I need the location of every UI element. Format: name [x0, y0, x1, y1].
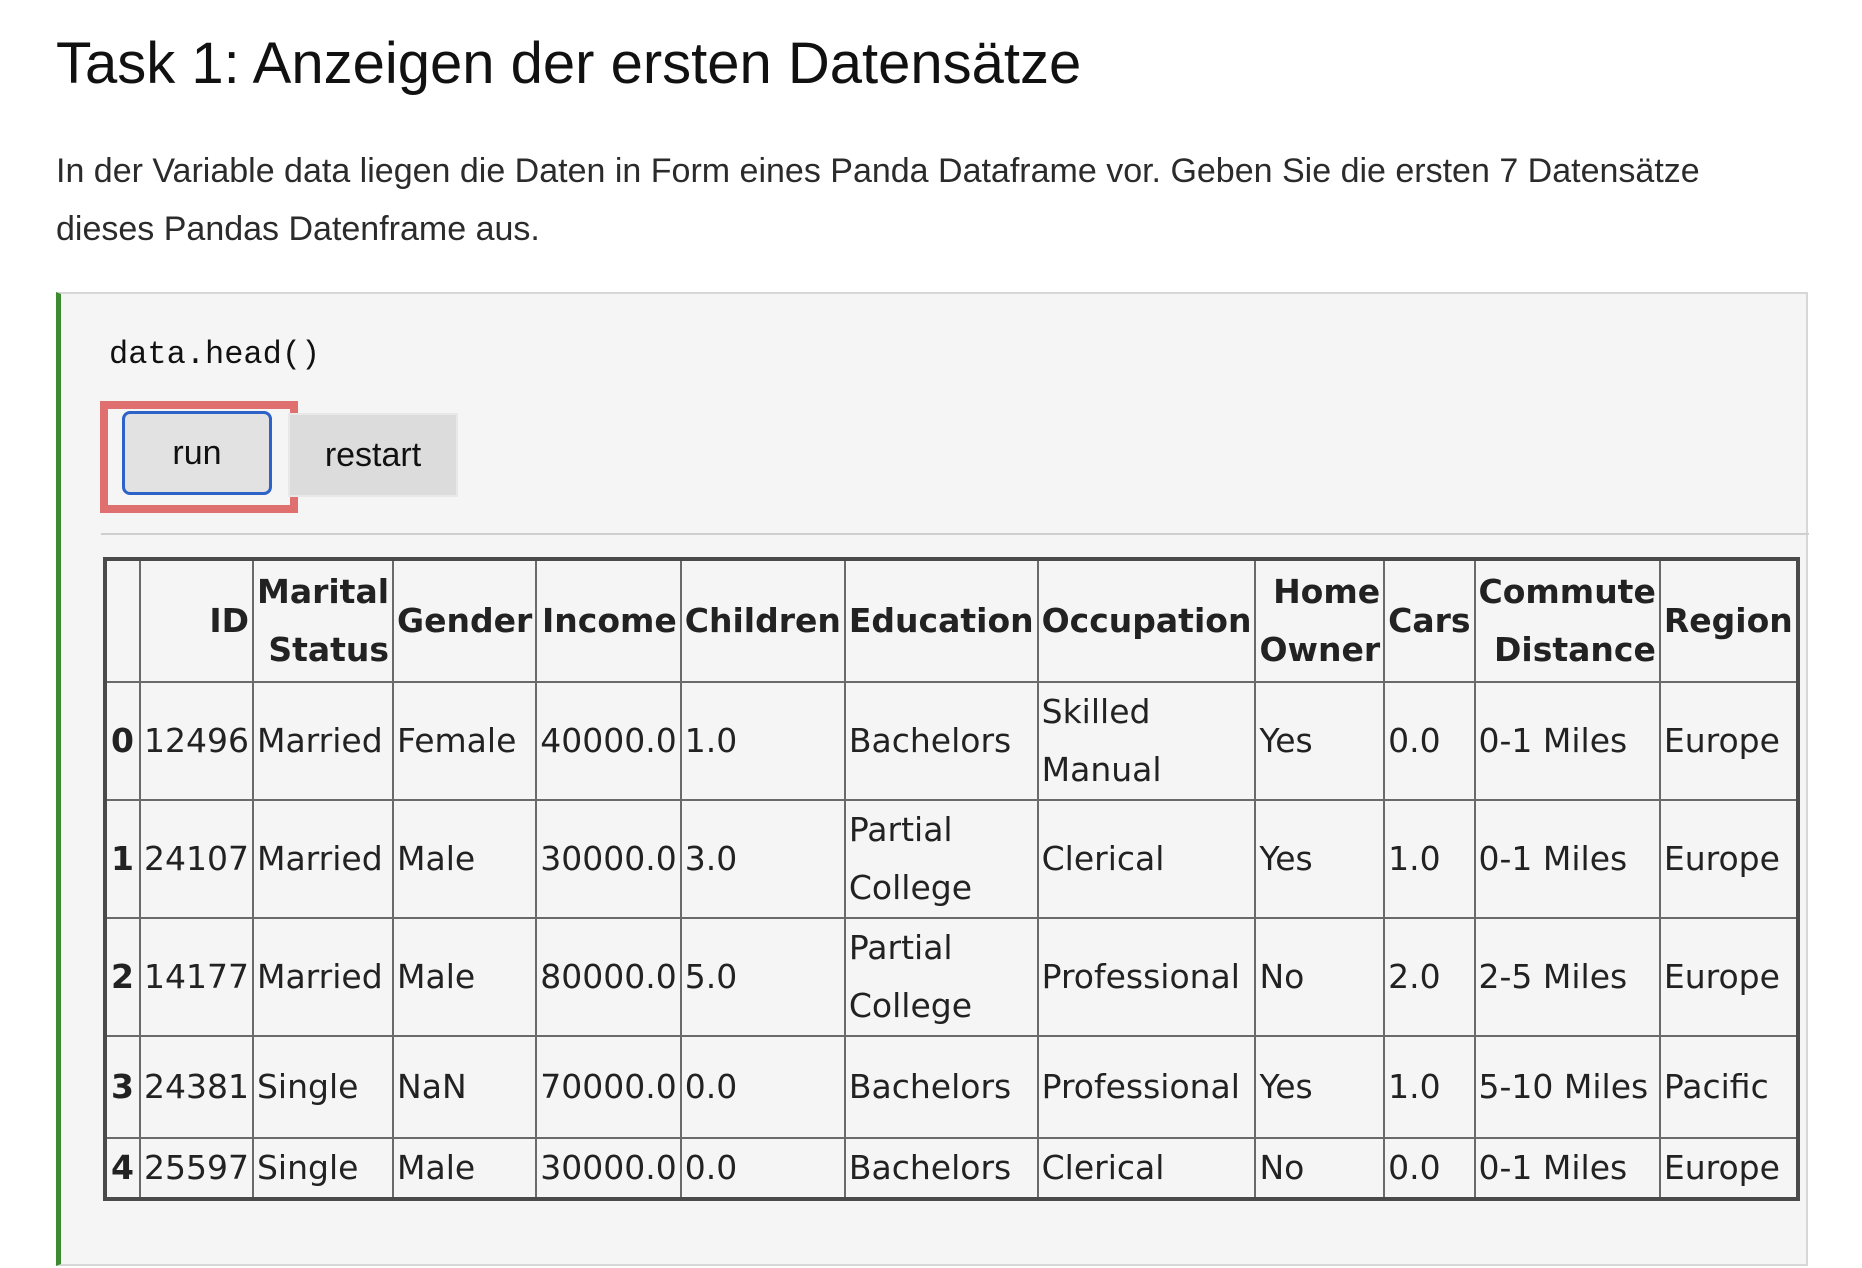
- cell-commute-distance: 0-1 Miles: [1473, 799, 1661, 919]
- column-header-home-owner: Home Owner: [1254, 558, 1386, 683]
- cell-gender: Male: [392, 799, 538, 919]
- column-header-gender: Gender: [392, 558, 538, 683]
- cell-occupation: Skilled Manual: [1036, 681, 1257, 801]
- cell-region: Europe: [1658, 1137, 1799, 1200]
- column-header-region: Region: [1658, 558, 1799, 683]
- row-index: 3: [104, 1035, 141, 1139]
- cell-commute-distance: 2-5 Miles: [1473, 917, 1661, 1037]
- cell-id: 14177: [139, 917, 254, 1037]
- row-index: 1: [104, 799, 141, 919]
- task-description: In der Variable data liegen die Daten in…: [56, 152, 1700, 248]
- cell-id: 12496: [139, 681, 254, 801]
- cell-region: Europe: [1658, 917, 1799, 1037]
- cell-education: Bachelors: [843, 1137, 1039, 1200]
- table-row: 2 14177 Married Male 80000.0 5.0 Partial Colle…: [104, 917, 1799, 1037]
- table-row: 1 24107 Married Male 30000.0 3.0 Partial Colle…: [104, 799, 1799, 919]
- table-row: 0 12496 Married Female 40000.0 1.0 Bachelors Sk…: [104, 681, 1799, 801]
- cell-occupation: Professional: [1036, 1035, 1257, 1139]
- cell-income: 80000.0: [535, 917, 682, 1037]
- cell-income: 40000.0: [535, 681, 682, 801]
- cell-gender: Female: [392, 681, 538, 801]
- cell-education: Bachelors: [843, 1035, 1039, 1139]
- cell-gender: Male: [392, 1137, 538, 1200]
- table-row: 3 24381 Single NaN 70000.0 0.0 Bachelors Profes…: [104, 1035, 1799, 1139]
- cell-id: 24381: [139, 1035, 254, 1139]
- cell-marital-status: Married: [251, 799, 395, 919]
- cell-home-owner: No: [1254, 917, 1386, 1037]
- restart-button[interactable]: restart: [288, 413, 458, 497]
- output-separator: [101, 533, 1809, 535]
- cell-commute-distance: 0-1 Miles: [1473, 1137, 1661, 1200]
- cell-home-owner: No: [1254, 1137, 1386, 1200]
- cell-marital-status: Married: [251, 681, 395, 801]
- column-header-id: ID: [139, 558, 254, 683]
- cell-region: Europe: [1658, 681, 1799, 801]
- cell-id: 24107: [139, 799, 254, 919]
- column-header-marital-status: Marital Status: [251, 558, 395, 683]
- cell-commute-distance: 5-10 Miles: [1473, 1035, 1661, 1139]
- code-cell: data.head() run restart ID Marital Statu…: [56, 292, 1809, 1266]
- cell-income: 30000.0: [535, 799, 682, 919]
- cell-cars: 2.0: [1383, 917, 1476, 1037]
- dataframe-output-table: ID Marital Status Gender Income Children…: [103, 557, 1800, 1201]
- cell-gender: Male: [392, 917, 538, 1037]
- cell-education: Partial College: [843, 799, 1039, 919]
- cell-marital-status: Single: [251, 1137, 395, 1200]
- cell-home-owner: Yes: [1254, 681, 1386, 801]
- cell-income: 30000.0: [535, 1137, 682, 1200]
- cell-commute-distance: 0-1 Miles: [1473, 681, 1661, 801]
- column-header-commute-distance: Commute Distance: [1473, 558, 1661, 683]
- row-index: 0: [104, 681, 141, 801]
- cell-home-owner: Yes: [1254, 1035, 1386, 1139]
- column-header-index: [104, 558, 141, 683]
- column-header-income: Income: [535, 558, 682, 683]
- run-button[interactable]: run: [122, 411, 272, 495]
- column-header-education: Education: [843, 558, 1039, 683]
- cell-children: 3.0: [679, 799, 846, 919]
- cell-children: 0.0: [679, 1035, 846, 1139]
- cell-region: Pacific: [1658, 1035, 1799, 1139]
- cell-occupation: Clerical: [1036, 799, 1257, 919]
- cell-marital-status: Married: [251, 917, 395, 1037]
- code-editor[interactable]: data.head(): [109, 336, 320, 373]
- cell-cars: 1.0: [1383, 1035, 1476, 1139]
- table-row: 4 25597 Single Male 30000.0 0.0 Bachelors Cleri…: [104, 1137, 1799, 1200]
- cell-children: 5.0: [679, 917, 846, 1037]
- row-index: 4: [104, 1137, 141, 1200]
- cell-region: Europe: [1658, 799, 1799, 919]
- cell-income: 70000.0: [535, 1035, 682, 1139]
- cell-occupation: Professional: [1036, 917, 1257, 1037]
- cell-cars: 0.0: [1383, 1137, 1476, 1200]
- row-index: 2: [104, 917, 141, 1037]
- cell-education: Partial College: [843, 917, 1039, 1037]
- column-header-children: Children: [679, 558, 846, 683]
- column-header-occupation: Occupation: [1036, 558, 1257, 683]
- task-title: Task 1: Anzeigen der ersten Datensätze: [56, 31, 1082, 96]
- cell-cars: 1.0: [1383, 799, 1476, 919]
- cell-education: Bachelors: [843, 681, 1039, 801]
- cell-home-owner: Yes: [1254, 799, 1386, 919]
- table-header-row: ID Marital Status Gender Income Children…: [104, 558, 1799, 683]
- cell-children: 0.0: [679, 1137, 846, 1200]
- cell-gender: NaN: [392, 1035, 538, 1139]
- cell-occupation: Clerical: [1036, 1137, 1257, 1200]
- cell-children: 1.0: [679, 681, 846, 801]
- cell-marital-status: Single: [251, 1035, 395, 1139]
- column-header-cars: Cars: [1383, 558, 1476, 683]
- cell-cars: 0.0: [1383, 681, 1476, 801]
- cell-id: 25597: [139, 1137, 254, 1200]
